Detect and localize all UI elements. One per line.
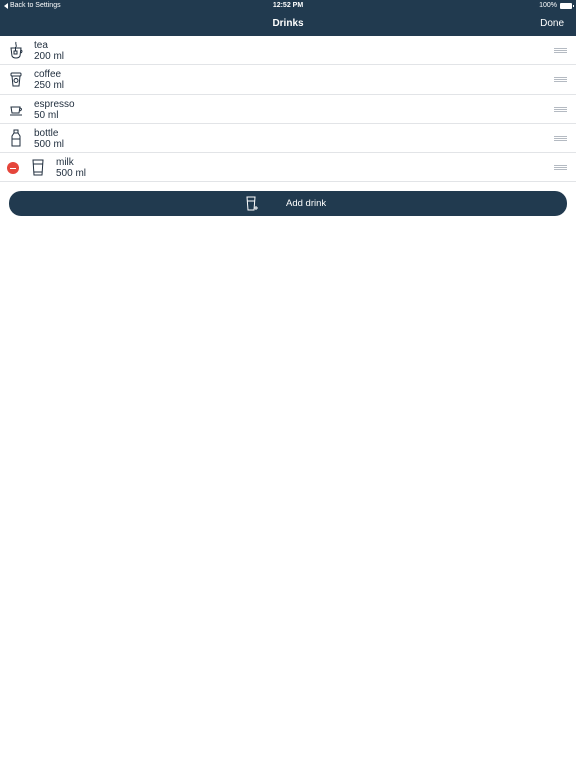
drinks-list: tea 200 ml coffee 250 ml espresso 50 ml … xyxy=(0,36,576,183)
navigation-bar: Drinks Done xyxy=(0,12,576,36)
drink-name: coffee xyxy=(34,69,62,81)
drink-text: coffee 250 ml xyxy=(34,69,64,91)
reorder-handle-icon[interactable] xyxy=(554,77,567,83)
reorder-handle-icon[interactable] xyxy=(554,165,567,171)
status-bar: Back to Settings 12:52 PM 100% xyxy=(0,0,576,12)
espresso-cup-icon xyxy=(9,100,23,119)
battery-indicator: 100% xyxy=(539,2,574,9)
done-button[interactable]: Done xyxy=(540,18,564,29)
page-title: Drinks xyxy=(272,18,304,29)
add-drink-button[interactable]: Add drink xyxy=(9,191,567,216)
status-time: 12:52 PM xyxy=(272,2,304,9)
drink-name: tea xyxy=(34,40,48,51)
drink-text: milk 500 ml xyxy=(56,157,86,179)
add-drink-label: Add drink xyxy=(286,198,327,209)
list-item-milk[interactable]: milk 500 ml xyxy=(0,153,576,183)
drink-volume: 500 ml xyxy=(56,168,87,180)
drink-volume: 500 ml xyxy=(34,138,65,150)
bottle-icon xyxy=(9,129,23,148)
reorder-handle-icon[interactable] xyxy=(554,135,567,141)
list-item-espresso[interactable]: espresso 50 ml xyxy=(0,94,576,124)
battery-percent: 100% xyxy=(539,2,557,9)
battery-icon xyxy=(560,2,574,9)
drink-volume: 50 ml xyxy=(34,109,59,121)
tea-cup-icon xyxy=(9,41,23,60)
drink-text: espresso 50 ml xyxy=(34,99,75,121)
add-glass-icon xyxy=(246,196,258,211)
reorder-handle-icon[interactable] xyxy=(554,106,567,112)
drink-name: espresso xyxy=(34,98,75,110)
drink-volume: 250 ml xyxy=(34,80,65,92)
list-item-bottle[interactable]: bottle 500 ml xyxy=(0,123,576,154)
drink-name: bottle xyxy=(34,127,59,139)
drink-text: tea 200 ml xyxy=(34,40,64,62)
drink-volume: 200 ml xyxy=(34,51,65,62)
reorder-handle-icon[interactable] xyxy=(554,48,567,53)
drink-name: milk xyxy=(56,157,74,169)
list-item-tea[interactable]: tea 200 ml xyxy=(0,36,576,66)
glass-icon xyxy=(31,158,45,177)
coffee-cup-icon xyxy=(9,70,23,89)
delete-icon[interactable] xyxy=(7,162,19,175)
drink-text: bottle 500 ml xyxy=(34,128,64,150)
list-item-coffee[interactable]: coffee 250 ml xyxy=(0,65,576,95)
